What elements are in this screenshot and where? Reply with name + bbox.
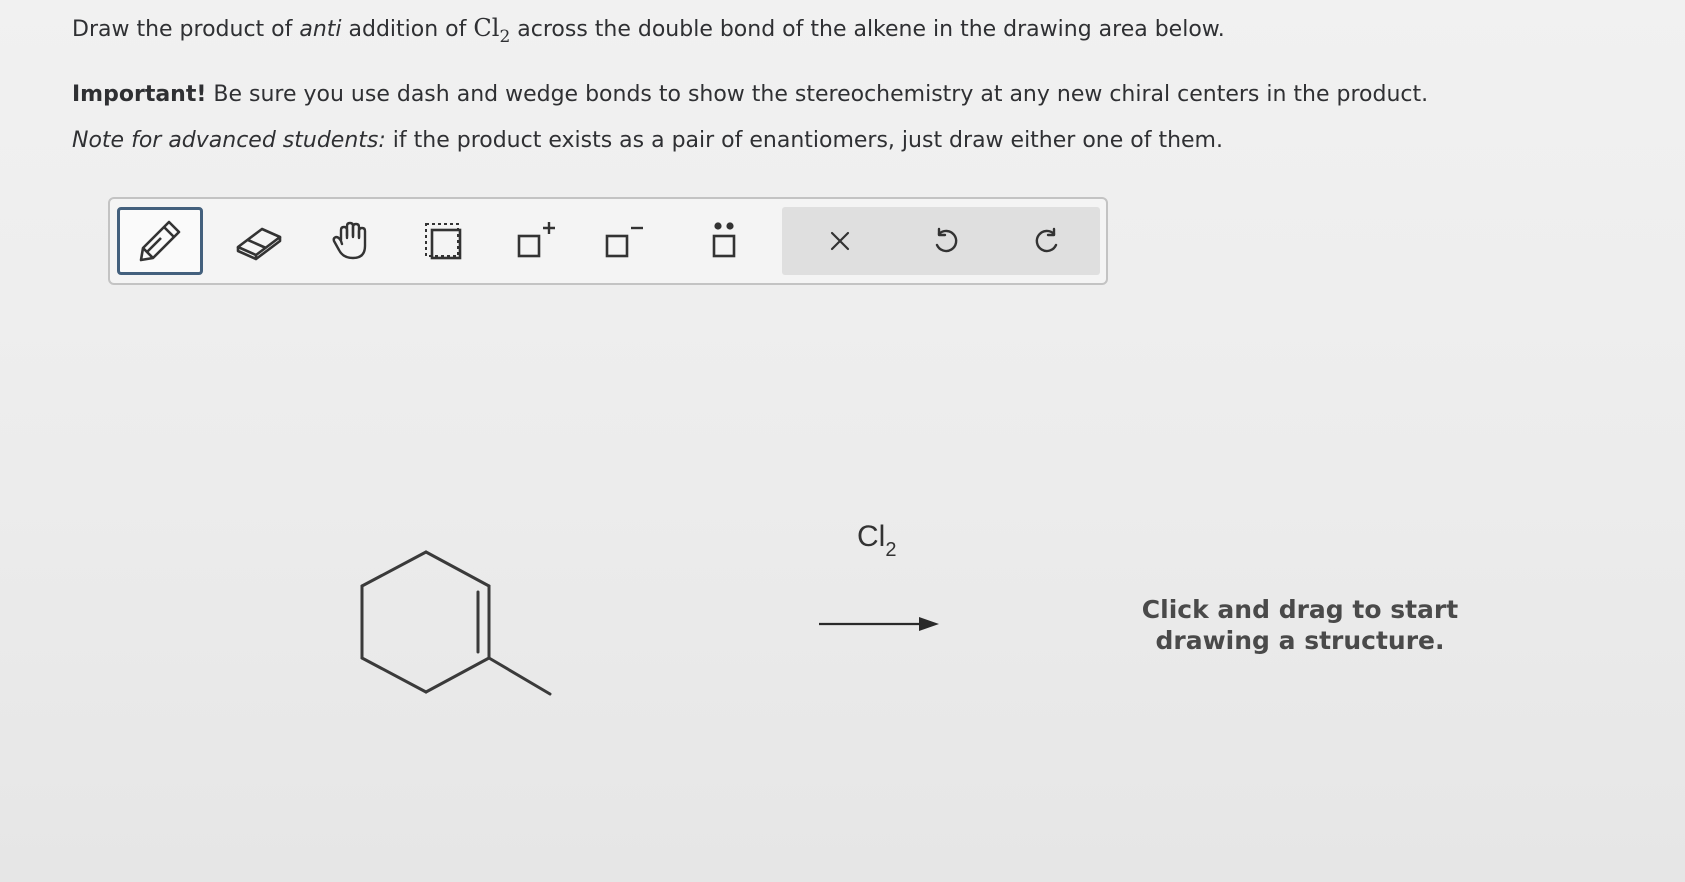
ring-bond <box>424 550 491 588</box>
methylcyclohexene-structure <box>360 550 552 696</box>
hand-icon <box>332 221 367 260</box>
reagent-label: Cl2 <box>857 520 896 562</box>
question-text: if the product exists as a pair of enant… <box>385 128 1223 153</box>
lone-pair-button[interactable] <box>681 207 767 275</box>
chlorine-formula: Cl2 <box>473 14 510 47</box>
clear-button[interactable] <box>790 207 890 275</box>
advanced-note-label: Note for advanced students: <box>72 128 386 153</box>
drawing-canvas[interactable] <box>0 290 1685 882</box>
drawing-toolbar <box>108 197 1108 285</box>
positive-charge-icon <box>517 222 555 258</box>
positive-charge-button[interactable] <box>492 207 578 275</box>
question-text: Be sure you use dash and wedge bonds to … <box>206 82 1429 107</box>
methyl-bond <box>487 656 552 696</box>
close-icon <box>830 231 850 251</box>
question-text: addition of <box>341 17 474 42</box>
negative-charge-icon <box>605 226 643 258</box>
reagent-main: Cl <box>857 520 886 553</box>
drawing-hint: Click and drag to start drawing a struct… <box>1120 594 1480 656</box>
redo-icon <box>1035 227 1058 253</box>
anti-term: anti <box>299 17 342 42</box>
negative-charge-button[interactable] <box>580 207 666 275</box>
hint-line: Click and drag to start <box>1141 595 1459 624</box>
question-line-3: Note for advanced students: if the produ… <box>72 128 1223 154</box>
hint-line: drawing a structure. <box>1155 626 1445 655</box>
undo-icon <box>935 227 958 253</box>
important-label: Important! <box>72 82 207 107</box>
eraser-icon <box>236 227 282 261</box>
question-text: Draw the product of <box>72 17 300 42</box>
redo-button[interactable] <box>998 207 1098 275</box>
erase-tool-button[interactable] <box>216 207 302 275</box>
draw-tool-button[interactable] <box>117 207 203 275</box>
question-line-2: Important! Be sure you use dash and wedg… <box>72 82 1428 108</box>
move-tool-button[interactable] <box>309 207 395 275</box>
ring-bond <box>360 656 428 694</box>
pencil-icon <box>139 220 181 262</box>
question-text: across the double bond of the alkene in … <box>510 17 1225 42</box>
ring-bond <box>360 550 428 588</box>
question-line-1: Draw the product of anti addition of Cl2… <box>72 14 1225 47</box>
select-tool-button[interactable] <box>400 207 486 275</box>
formula-subscript: 2 <box>499 26 511 47</box>
reaction-arrow <box>819 617 939 631</box>
ring-bond <box>424 656 491 694</box>
action-button-group <box>782 207 1100 275</box>
reagent-subscript: 2 <box>885 539 897 561</box>
lone-pair-icon <box>712 222 736 258</box>
selection-box-icon <box>425 223 462 260</box>
undo-button[interactable] <box>895 207 995 275</box>
formula-main: Cl <box>473 14 500 42</box>
